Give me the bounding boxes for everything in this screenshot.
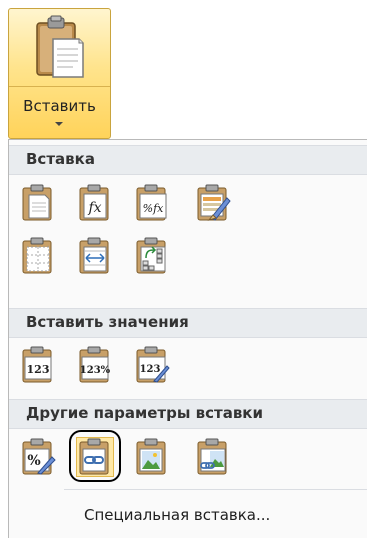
paste-picture-button[interactable] — [134, 438, 170, 476]
paste-values-button[interactable]: 123 — [20, 346, 56, 384]
paste-no-borders-button[interactable] — [20, 237, 56, 275]
fx-glyph: fx — [87, 200, 101, 216]
paste-button-main[interactable] — [9, 9, 110, 87]
values-number-format-icon: 123% — [79, 346, 111, 383]
dropdown-arrow-icon — [55, 122, 63, 126]
values-glyph: 123 — [27, 363, 50, 376]
paste-special-menu-item[interactable]: Специальная вставка... — [9, 490, 367, 538]
formatting-icon: % — [22, 438, 56, 475]
section-title: Другие параметры вставки — [26, 404, 263, 422]
paste-formulas-number-format-button[interactable]: %fx — [134, 184, 170, 222]
section-title: Вставка — [26, 150, 95, 168]
column-widths-icon — [79, 237, 109, 274]
section-header-paste: Вставка — [9, 145, 367, 175]
source-formatting-icon — [197, 184, 231, 221]
section-title: Вставить значения — [26, 313, 189, 331]
paste-transpose-button[interactable] — [134, 237, 170, 275]
paste-formatting-button[interactable]: % — [20, 438, 56, 476]
link-icon — [79, 438, 109, 475]
paste-keep-column-widths-button[interactable] — [77, 237, 113, 275]
values-brush-glyph: 123 — [140, 364, 161, 375]
linked-picture-icon — [197, 438, 227, 475]
paste-icon — [22, 184, 52, 221]
clipboard-paste-icon — [35, 15, 85, 85]
paste-values-source-formatting-button[interactable]: 123 — [134, 346, 170, 384]
formulas-number-format-icon: %fx — [136, 184, 167, 221]
paste-label: Вставить — [23, 97, 96, 115]
picture-icon — [136, 438, 166, 475]
paste-formulas-button[interactable]: fx — [77, 184, 113, 222]
percent-glyph: % — [27, 453, 40, 469]
values-percent-glyph: 123% — [80, 365, 111, 376]
paste-special-label: Специальная вставка... — [84, 506, 271, 524]
paste-dropdown-trigger[interactable]: Вставить — [9, 86, 110, 138]
transpose-icon — [136, 237, 166, 274]
paste-keep-source-formatting-button[interactable] — [195, 184, 231, 222]
paste-button[interactable] — [20, 184, 56, 222]
paste-options-menu: Вставка fx %fx Вставить значения 123 123… — [8, 139, 367, 538]
section-header-paste-values: Вставить значения — [9, 308, 367, 338]
paste-values-number-format-button[interactable]: 123% — [77, 346, 113, 384]
values-icon: 123 — [22, 346, 52, 383]
values-source-formatting-icon: 123 — [136, 346, 170, 383]
paste-link-button[interactable] — [69, 430, 121, 482]
formulas-icon: fx — [79, 184, 109, 221]
paste-linked-picture-button[interactable] — [195, 438, 231, 476]
paste-split-button[interactable]: Вставить — [8, 8, 111, 139]
percent-fx-glyph: %fx — [143, 202, 165, 215]
section-header-other-paste-options: Другие параметры вставки — [9, 399, 367, 429]
no-borders-icon — [22, 237, 52, 274]
